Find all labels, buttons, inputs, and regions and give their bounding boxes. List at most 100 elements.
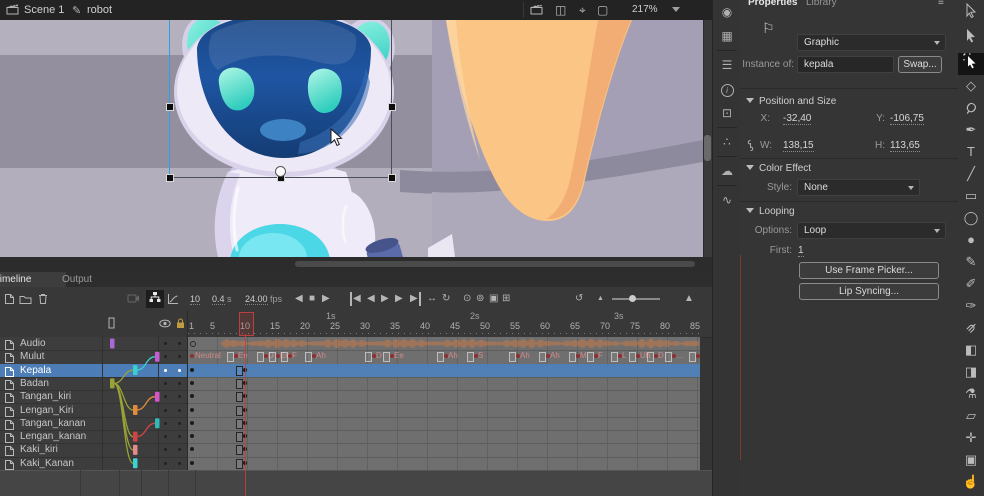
span-end-marker[interactable] <box>236 392 243 402</box>
playhead-marker[interactable] <box>239 312 254 336</box>
span-end-marker[interactable] <box>509 352 516 362</box>
span-end-marker[interactable] <box>227 352 234 362</box>
keyframe-dot[interactable] <box>190 434 194 438</box>
span-end-marker[interactable] <box>587 352 594 362</box>
tab-library[interactable]: Library <box>806 0 837 8</box>
reset-timeline-zoom-button[interactable]: ↺ <box>575 292 583 306</box>
rectangle-tool[interactable]: ▭ <box>958 185 984 207</box>
go-to-last-frame-button[interactable]: ▶ <box>410 292 421 306</box>
frames-row-Kaki_Kanan[interactable] <box>188 457 700 471</box>
clip-content-icon[interactable]: ▢ <box>597 3 608 17</box>
fluid-brush-tool[interactable]: ✐ <box>958 273 984 295</box>
ruler-frame-70[interactable]: 70 <box>600 321 610 331</box>
layer-name[interactable]: Kaki_kiri <box>20 443 58 456</box>
ruler-frame-65[interactable]: 65 <box>570 321 580 331</box>
section-looping[interactable]: Looping <box>746 206 795 217</box>
swap-button[interactable]: Swap... <box>898 56 942 73</box>
stage-canvas[interactable] <box>0 20 703 257</box>
polystar-tool[interactable]: ● <box>958 229 984 251</box>
layer-name[interactable]: Kaki_Kanan <box>20 457 74 470</box>
layer-visibility-dot[interactable] <box>178 369 181 372</box>
ruler-frame-80[interactable]: 80 <box>660 321 670 331</box>
span-end-marker[interactable] <box>539 352 546 362</box>
panel-menu-icon[interactable]: ≡ <box>938 0 944 8</box>
ruler-frame-20[interactable]: 20 <box>300 321 310 331</box>
span-end-marker[interactable] <box>611 352 618 362</box>
play-button[interactable]: ▶ <box>322 292 330 306</box>
delete-layer-button[interactable] <box>38 292 48 306</box>
ruler-frame-25[interactable]: 25 <box>330 321 340 331</box>
edit-multiple-frames-button[interactable]: ▣ <box>489 292 498 306</box>
asset-warp-tool[interactable]: ✛ <box>958 427 984 449</box>
ruler-frame-50[interactable]: 50 <box>480 321 490 331</box>
next-frame-button[interactable]: ▶ <box>395 292 403 306</box>
symbol-breadcrumb[interactable]: robot <box>87 4 112 16</box>
center-frame-button[interactable]: ↔ <box>427 292 437 306</box>
frames-row-Tangan_kanan[interactable] <box>188 417 700 431</box>
camera-button[interactable] <box>127 292 140 306</box>
span-end-marker[interactable] <box>236 406 243 416</box>
motion-editor-icon[interactable]: ∿ <box>713 188 741 212</box>
layer-name[interactable]: Tangan_kanan <box>20 417 86 430</box>
line-tool[interactable]: ╱ <box>958 163 984 185</box>
play-range-button[interactable]: ▶ <box>381 292 389 306</box>
layer-name[interactable]: Lengan_Kiri <box>20 404 73 417</box>
style-dropdown[interactable]: None <box>797 179 920 196</box>
keyframe-dot[interactable] <box>190 447 194 451</box>
keyframe-dot[interactable] <box>190 354 194 358</box>
onion-skin-button[interactable]: ⊙ <box>463 292 471 306</box>
selection-handle-bottom-left[interactable] <box>166 174 174 182</box>
frames-row-Lengan_kanan[interactable] <box>188 430 700 444</box>
keyframe-dot[interactable] <box>190 408 194 412</box>
span-end-marker[interactable] <box>629 352 636 362</box>
frames-row-Kepala[interactable] <box>188 364 700 378</box>
frames-grid[interactable]: NeutralEeDEeFAhDEeAhSAhAhMFLUhD…S <box>188 337 700 470</box>
new-layer-button[interactable] <box>4 292 15 306</box>
span-end-marker[interactable] <box>689 352 696 362</box>
modify-markers-button[interactable]: ⊞ <box>502 292 510 306</box>
layer-visibility-dot[interactable] <box>178 422 181 425</box>
frames-row-Tangan_kiri[interactable] <box>188 390 700 404</box>
lock-icon[interactable] <box>176 318 185 329</box>
tab-properties[interactable]: Properties <box>748 0 797 8</box>
span-end-marker[interactable] <box>281 352 288 362</box>
ruler-frame-45[interactable]: 45 <box>450 321 460 331</box>
section-position-size[interactable]: Position and Size <box>746 96 836 107</box>
span-end-marker[interactable] <box>383 352 390 362</box>
current-frame-value[interactable]: 10 <box>190 294 200 305</box>
span-end-marker[interactable] <box>437 352 444 362</box>
ruler-frame-75[interactable]: 75 <box>630 321 640 331</box>
scene-breadcrumb[interactable]: Scene 1 <box>24 4 64 16</box>
layer-name[interactable]: Lengan_kanan <box>20 430 86 443</box>
layer-name[interactable]: Kepala <box>20 364 51 377</box>
span-end-marker[interactable] <box>269 352 276 362</box>
ruler-frame-85[interactable]: 85 <box>690 321 700 331</box>
classic-brush-tool[interactable]: ✑ <box>958 295 984 317</box>
ruler-frame-55[interactable]: 55 <box>510 321 520 331</box>
keyframe-dot[interactable] <box>190 381 194 385</box>
center-stage-icon[interactable]: ⌖ <box>579 3 586 18</box>
lip-syncing-button[interactable]: Lip Syncing... <box>799 283 939 300</box>
ruler-frame-40[interactable]: 40 <box>420 321 430 331</box>
span-end-marker[interactable] <box>236 419 243 429</box>
layer-visibility-dot[interactable] <box>178 382 181 385</box>
layer-name[interactable]: Tangan_kiri <box>20 390 71 403</box>
h-value[interactable]: 113,65 <box>890 140 920 152</box>
layer-visibility-dot[interactable] <box>178 395 181 398</box>
align-panel-icon[interactable]: ☰ <box>713 53 741 77</box>
ruler-frame-15[interactable]: 15 <box>270 321 280 331</box>
color-panel-icon[interactable]: ◉ <box>713 0 741 24</box>
timeline-zoom-out-button[interactable]: ▲ <box>597 292 604 306</box>
transformation-point[interactable] <box>275 166 286 177</box>
y-value[interactable]: -106,75 <box>890 113 924 125</box>
loop-button[interactable]: ↻ <box>442 292 450 306</box>
graph-editor-button[interactable] <box>167 292 179 306</box>
span-end-marker[interactable] <box>257 352 264 362</box>
ruler-frame-1[interactable]: 1 <box>189 321 194 331</box>
layer-name[interactable]: Mulut <box>20 350 44 363</box>
keyframe-dot[interactable] <box>190 368 194 372</box>
frames-row-Audio[interactable] <box>188 337 700 351</box>
instance-name-field[interactable]: kepala <box>797 56 894 73</box>
eraser-tool[interactable]: ▱ <box>958 405 984 427</box>
edit-symbols-icon[interactable]: ◫ <box>555 3 566 17</box>
